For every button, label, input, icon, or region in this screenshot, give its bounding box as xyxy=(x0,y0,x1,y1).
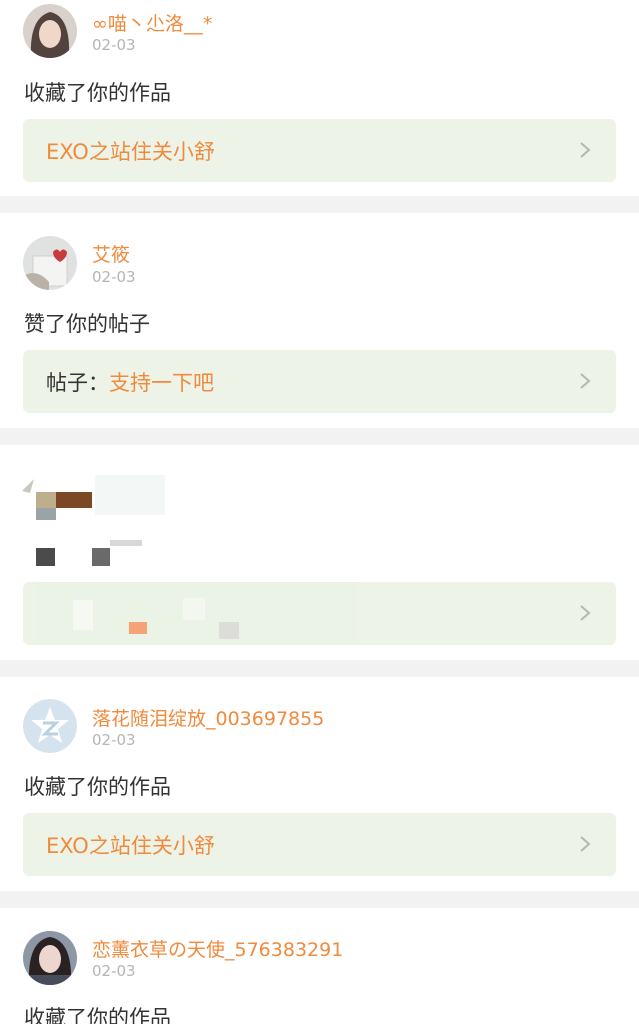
work-link-box[interactable]: EXO之站住关小舒 xyxy=(23,813,616,876)
chevron-right-icon xyxy=(580,142,591,158)
notification-card: ∞喵丶尐洛__* 02-03 收藏了你的作品 EXO之站住关小舒 xyxy=(0,0,639,196)
notification-feed: ∞喵丶尐洛__* 02-03 收藏了你的作品 EXO之站住关小舒 艾筱 02-0… xyxy=(0,0,639,1024)
notification-card: 艾筱 02-03 赞了你的帖子 帖子：支持一下吧 xyxy=(0,213,639,428)
chevron-right-icon xyxy=(580,373,591,389)
work-link-title: EXO之站住关小舒 xyxy=(46,140,215,164)
avatar[interactable] xyxy=(23,931,77,985)
chevron-right-icon xyxy=(580,605,591,621)
action-text: 赞了你的帖子 xyxy=(24,312,150,336)
work-link-box[interactable]: EXO之站住关小舒 xyxy=(23,119,616,182)
timestamp: 02-03 xyxy=(92,962,136,980)
notification-card xyxy=(0,445,639,660)
obscured-block xyxy=(183,598,205,620)
timestamp: 02-03 xyxy=(92,268,136,286)
obscured-block xyxy=(73,600,93,630)
obscured-block xyxy=(36,548,55,566)
action-text: 收藏了你的作品 xyxy=(24,81,171,105)
qzone-star-icon xyxy=(23,699,77,753)
obscured-link-box[interactable] xyxy=(23,582,616,645)
user-name[interactable]: 艾筱 xyxy=(92,240,130,267)
user-name[interactable]: 落花随泪绽放_003697855 xyxy=(92,704,324,731)
user-name[interactable]: ∞喵丶尐洛__* xyxy=(92,9,212,36)
obscured-block xyxy=(92,548,110,566)
notification-card: 落花随泪绽放_003697855 02-03 收藏了你的作品 EXO之站住关小舒 xyxy=(0,677,639,891)
work-link-title: EXO之站住关小舒 xyxy=(46,834,215,858)
obscured-block xyxy=(219,622,239,639)
user-name[interactable]: 恋薰衣草の天使_576383291 xyxy=(92,935,343,962)
obscured-block xyxy=(56,492,92,508)
avatar[interactable] xyxy=(23,4,77,58)
obscured-block xyxy=(95,475,165,515)
timestamp: 02-03 xyxy=(92,731,136,749)
chevron-right-icon xyxy=(580,836,591,852)
action-text: 收藏了你的作品 xyxy=(24,1006,171,1024)
post-link-title: 支持一下吧 xyxy=(109,371,214,395)
avatar[interactable] xyxy=(23,236,77,290)
notification-card: 恋薰衣草の天使_576383291 02-03 收藏了你的作品 xyxy=(0,908,639,1024)
post-link-label: 帖子：支持一下吧 xyxy=(46,367,214,397)
post-link-box[interactable]: 帖子：支持一下吧 xyxy=(23,350,616,413)
obscured-block xyxy=(110,540,142,546)
obscured-block xyxy=(129,622,147,634)
avatar[interactable] xyxy=(23,699,77,753)
obscured-block xyxy=(36,492,56,508)
action-text: 收藏了你的作品 xyxy=(24,775,171,799)
timestamp: 02-03 xyxy=(92,36,136,54)
obscured-block xyxy=(36,508,56,520)
post-link-prefix: 帖子： xyxy=(46,371,109,395)
